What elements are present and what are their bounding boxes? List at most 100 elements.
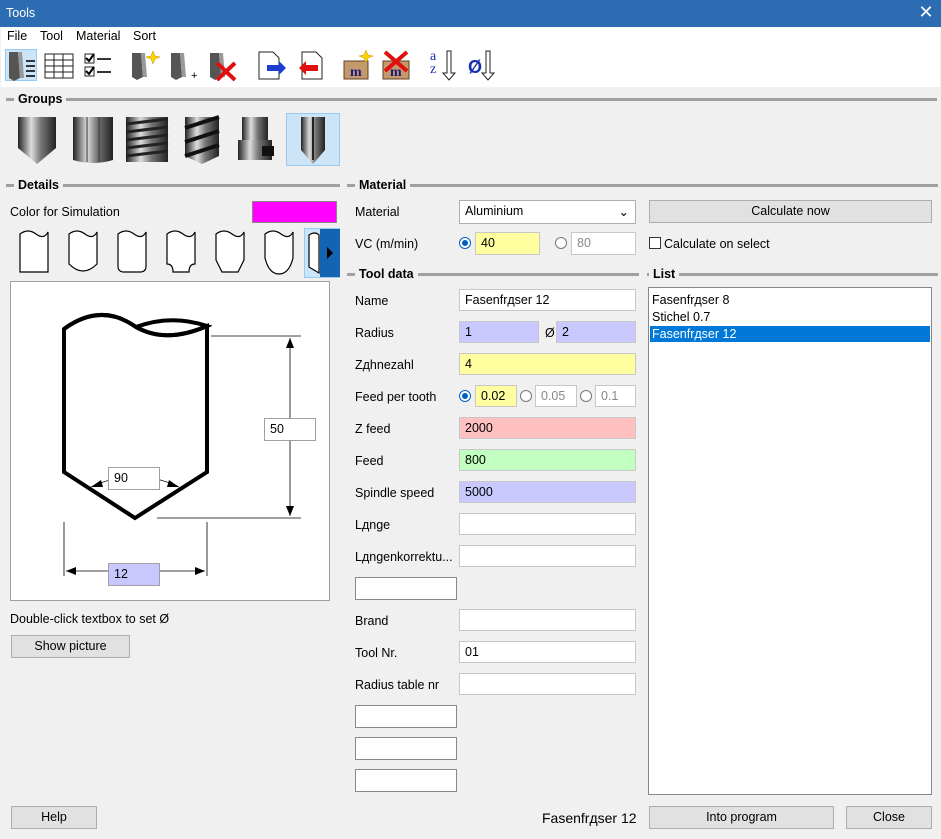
tool-nr-input[interactable]: 01: [459, 641, 636, 663]
menu-bar: File Tool Material Sort: [1, 27, 940, 45]
feed-per-tooth-alt1-radio[interactable]: [520, 390, 532, 402]
feed-per-tooth-radio-selected[interactable]: [459, 390, 471, 402]
material-label: Material: [355, 205, 400, 219]
svg-text:m: m: [350, 65, 362, 80]
vc-alt-input[interactable]: 80: [571, 232, 636, 255]
material-select[interactable]: Aluminium ⌄: [459, 200, 636, 224]
vc-input[interactable]: 40: [475, 232, 540, 255]
menu-file[interactable]: File: [7, 29, 27, 43]
menu-material[interactable]: Material: [76, 29, 120, 43]
groups-section-header: Groups: [6, 92, 937, 106]
feed-per-tooth-input[interactable]: 0.02: [475, 385, 517, 407]
custom-field-input-1[interactable]: [355, 577, 457, 600]
vc-label: VC (m/min): [355, 237, 419, 251]
add-tool-icon[interactable]: +: [168, 49, 200, 82]
vc-alt-radio[interactable]: [555, 237, 567, 249]
height-dimension-input[interactable]: 50: [264, 418, 316, 441]
menu-sort[interactable]: Sort: [133, 29, 156, 43]
tool-list-view-icon[interactable]: [5, 49, 37, 81]
group-engraver-icon[interactable]: [286, 113, 340, 166]
radius-input[interactable]: 1: [459, 321, 539, 343]
feed-per-tooth-alt2-input[interactable]: 0.1: [595, 385, 636, 407]
window-title: Tools: [6, 6, 36, 20]
close-icon[interactable]: ✕: [916, 2, 936, 23]
delete-tool-icon[interactable]: [207, 49, 239, 82]
brand-input[interactable]: [459, 609, 636, 631]
shape-corner-radius-icon[interactable]: [114, 228, 152, 278]
current-tool-name: Fasenfrдser 12: [542, 810, 637, 826]
calculate-on-select-checkbox[interactable]: [649, 237, 661, 249]
help-button[interactable]: Help: [11, 806, 97, 829]
calculate-now-button[interactable]: Calculate now: [649, 200, 932, 223]
length-label: Lдnge: [355, 518, 391, 532]
spindle-speed-input[interactable]: 5000: [459, 481, 636, 503]
checklist-icon[interactable]: [82, 49, 114, 81]
z-feed-input[interactable]: 2000: [459, 417, 636, 439]
list-item[interactable]: Fasenfrдser 8: [650, 292, 930, 308]
tool-list[interactable]: Fasenfrдser 8 Stichel 0.7 Fasenfrдser 12: [648, 287, 932, 795]
chevron-down-icon: ⌄: [618, 205, 629, 219]
vc-radio-selected[interactable]: [459, 237, 471, 249]
simulation-color-swatch[interactable]: [252, 201, 337, 223]
menu-tool[interactable]: Tool: [40, 29, 63, 43]
group-thread-mill-icon[interactable]: [122, 114, 174, 166]
tool-nr-label: Tool Nr.: [355, 646, 398, 660]
diameter-input[interactable]: 2: [556, 321, 636, 343]
diameter-dimension-input[interactable]: 12: [108, 563, 160, 586]
tool-drawing: [62, 313, 301, 576]
shape-ball-icon[interactable]: [65, 228, 103, 278]
group-chamfer-cutter-icon[interactable]: [12, 114, 64, 166]
table-view-icon[interactable]: [43, 49, 75, 81]
name-label: Name: [355, 294, 389, 308]
teeth-count-label: Zдhnezahl: [355, 358, 414, 372]
diameter-hint-text: Double-click textbox to set Ø: [10, 612, 170, 626]
diameter-symbol-label: Ø: [545, 326, 555, 340]
list-item-selected[interactable]: Fasenfrдser 12: [650, 326, 930, 342]
teeth-count-input[interactable]: 4: [459, 353, 636, 375]
calculate-on-select-label: Calculate on select: [664, 237, 770, 251]
shape-concave-icon[interactable]: [163, 228, 201, 278]
group-spiral-drill-icon[interactable]: [177, 114, 229, 166]
color-for-simulation-label: Color for Simulation: [10, 205, 120, 219]
tool-data-section-header: Tool data: [347, 267, 639, 281]
length-input[interactable]: [459, 513, 636, 535]
z-feed-label: Z feed: [355, 422, 391, 436]
feed-per-tooth-alt2-radio[interactable]: [580, 390, 592, 402]
delete-material-icon[interactable]: m: [380, 49, 412, 81]
shape-taper-icon[interactable]: [212, 228, 250, 278]
radius-table-label: Radius table nr: [355, 678, 440, 692]
shape-flat-icon[interactable]: [16, 228, 54, 278]
custom-field-input-3[interactable]: [355, 737, 457, 760]
radius-label: Radius: [355, 326, 394, 340]
feed-input[interactable]: 800: [459, 449, 636, 471]
close-button[interactable]: Close: [846, 806, 932, 829]
length-correction-input[interactable]: [459, 545, 636, 567]
feed-label: Feed: [355, 454, 384, 468]
new-material-icon[interactable]: m: [341, 49, 374, 81]
sort-diameter-icon[interactable]: Ø: [466, 49, 498, 81]
shape-bullnose-icon[interactable]: [261, 228, 299, 278]
shape-vbit-icon[interactable]: [304, 228, 340, 278]
toolbar: + m m az Ø: [1, 45, 940, 87]
svg-text:+: +: [191, 70, 197, 81]
into-program-button[interactable]: Into program: [649, 806, 834, 829]
list-item[interactable]: Stichel 0.7: [650, 309, 930, 325]
export-icon[interactable]: [294, 49, 326, 81]
feed-per-tooth-alt1-input[interactable]: 0.05: [535, 385, 577, 407]
sort-alpha-icon[interactable]: az: [427, 49, 459, 81]
custom-field-input-4[interactable]: [355, 769, 457, 792]
title-bar: Tools ✕: [0, 0, 941, 27]
group-end-mill-icon[interactable]: [67, 114, 119, 166]
radius-table-input[interactable]: [459, 673, 636, 695]
tool-drawing-panel: 50 90 12: [10, 281, 330, 601]
angle-dimension-input[interactable]: 90: [108, 467, 160, 490]
import-icon[interactable]: [255, 49, 287, 81]
group-insert-cutter-icon[interactable]: [232, 114, 284, 166]
scroll-right-icon[interactable]: [320, 229, 340, 277]
length-correction-label: Lдngenkorrektu...: [355, 550, 453, 564]
list-section-header: List: [647, 267, 938, 281]
show-picture-button[interactable]: Show picture: [11, 635, 130, 658]
new-tool-icon[interactable]: [129, 49, 161, 81]
custom-field-input-2[interactable]: [355, 705, 457, 728]
name-input[interactable]: Fasenfrдser 12: [459, 289, 636, 311]
